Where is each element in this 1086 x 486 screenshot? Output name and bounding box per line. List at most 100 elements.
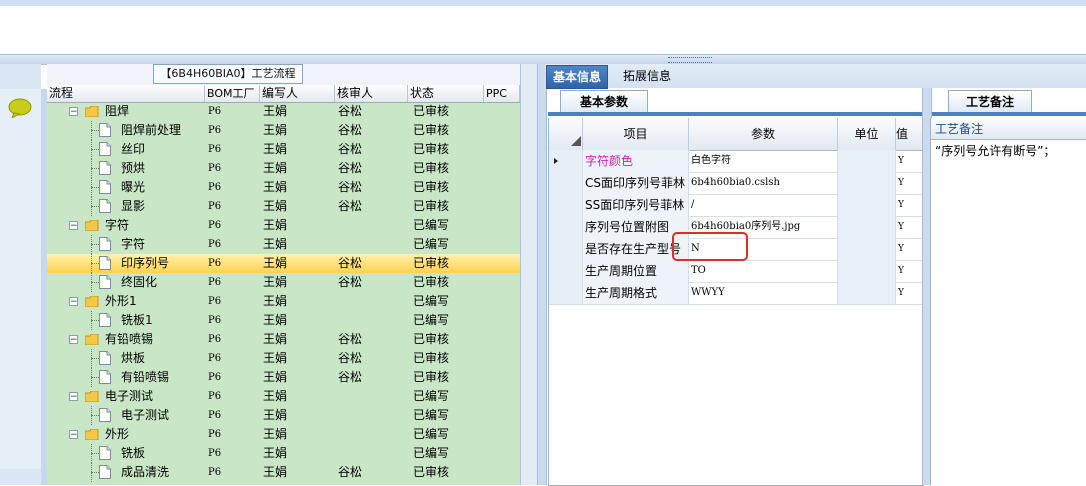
row-indicator[interactable]: [549, 150, 583, 172]
writer: 王娟: [263, 180, 288, 194]
param-row[interactable]: 生产周期位置 TO Y: [549, 260, 923, 283]
param-value[interactable]: 6b4h60bia0.cslsh: [689, 172, 838, 194]
param-flag[interactable]: Y: [896, 282, 923, 304]
param-item: SS面印序列号菲林: [583, 194, 689, 216]
col-ppc[interactable]: PPC: [484, 85, 520, 102]
collapse-toggle-icon[interactable]: −: [69, 430, 78, 440]
process-name: 阻焊: [105, 104, 130, 118]
collapse-toggle-icon[interactable]: −: [69, 297, 78, 307]
tab-extended-info[interactable]: 拓展信息: [617, 65, 677, 87]
row-indicator[interactable]: [549, 282, 583, 304]
tree-branch-line: [91, 415, 99, 416]
param-flag[interactable]: Y: [896, 194, 923, 216]
writer: 王娟: [263, 465, 288, 479]
param-unit[interactable]: [838, 216, 896, 238]
tree-row[interactable]: − 字符 P6 王娟 已编写: [47, 216, 520, 235]
param-value[interactable]: WWYY: [689, 282, 838, 304]
reviewer: 谷松: [338, 332, 363, 346]
notes-tab-underline: [930, 112, 1086, 116]
param-flag[interactable]: Y: [896, 172, 923, 194]
tab-basic-info[interactable]: 基本信息: [546, 65, 609, 89]
tab-process-notes[interactable]: 工艺备注: [948, 90, 1032, 113]
param-row[interactable]: 字符颜色 白色字符 Y: [549, 150, 923, 173]
param-value[interactable]: TO: [689, 260, 838, 282]
param-row[interactable]: CS面印序列号菲林 6b4h60bia0.cslsh Y: [549, 172, 923, 195]
param-value[interactable]: /: [689, 194, 838, 216]
reviewer: 谷松: [338, 161, 363, 175]
param-unit[interactable]: [838, 282, 896, 304]
vertical-splitter[interactable]: [537, 64, 547, 485]
row-indicator[interactable]: [549, 238, 583, 260]
tree-row[interactable]: 丝印 P6 王娟 谷松 已审核: [47, 140, 520, 159]
param-unit[interactable]: [838, 260, 896, 282]
folder-icon: [85, 429, 99, 440]
param-value[interactable]: 白色字符: [689, 150, 838, 172]
tree-row[interactable]: − 外形1 P6 王娟 已编写: [47, 292, 520, 311]
tree-row[interactable]: − 电子测试 P6 王娟 已编写: [47, 387, 520, 406]
collapse-toggle-icon[interactable]: −: [69, 335, 78, 345]
collapse-toggle-icon[interactable]: −: [69, 221, 78, 231]
tree-row[interactable]: 印序列号 P6 王娟 谷松 已审核: [47, 254, 520, 273]
grid-col-param[interactable]: 参数: [689, 118, 838, 150]
param-unit[interactable]: [838, 172, 896, 194]
tree-branch-line: [91, 168, 99, 169]
document-icon: [99, 465, 111, 479]
status: 已审核: [413, 332, 450, 346]
process-name: 外形: [105, 427, 130, 441]
row-indicator[interactable]: [549, 216, 583, 238]
col-reviewer[interactable]: 核审人: [335, 85, 408, 102]
folder-icon: [85, 334, 99, 345]
tree-row[interactable]: 铣板 P6 王娟 已编写: [47, 444, 520, 463]
tree-row[interactable]: 显影 P6 王娟 谷松 已审核: [47, 197, 520, 216]
tree-row[interactable]: 阻焊前处理 P6 王娟 谷松 已审核: [47, 121, 520, 140]
tree-row[interactable]: 电子测试 P6 王娟 已编写: [47, 406, 520, 425]
process-name: 丝印: [121, 142, 146, 156]
tree-row[interactable]: − 有铅喷锡 P6 王娟 谷松 已审核: [47, 330, 520, 349]
col-process[interactable]: 流程: [47, 85, 205, 102]
tree-row[interactable]: − 外形 P6 王娟 已编写: [47, 425, 520, 444]
tree-row[interactable]: 烘板 P6 王娟 谷松 已审核: [47, 349, 520, 368]
param-row[interactable]: SS面印序列号菲林 / Y: [549, 194, 923, 217]
collapse-toggle-icon[interactable]: −: [69, 392, 78, 402]
collapse-toggle-icon[interactable]: −: [69, 107, 78, 117]
param-flag[interactable]: Y: [896, 216, 923, 238]
tree-row[interactable]: 字符 P6 王娟 已编写: [47, 235, 520, 254]
process-tree: 流程 BOM工厂 编写人 核审人 状态 PPC − 阻焊 P6 王娟 谷松 已审核 阻焊前处…: [47, 85, 520, 485]
reviewer: 谷松: [338, 275, 363, 289]
status: 已审核: [413, 180, 450, 194]
grid-col-item[interactable]: 项目: [583, 118, 689, 150]
tree-row[interactable]: 铣板1 P6 王娟 已编写: [47, 311, 520, 330]
bom-factory: P6: [208, 334, 222, 345]
tab-basic-params[interactable]: 基本参数: [560, 90, 648, 113]
process-name: 铣板1: [121, 313, 153, 327]
param-unit[interactable]: [838, 150, 896, 172]
grid-col-value[interactable]: 值: [896, 118, 923, 150]
row-indicator[interactable]: [549, 172, 583, 194]
process-name: 阻焊前处理: [121, 123, 182, 137]
param-unit[interactable]: [838, 238, 896, 260]
col-writer[interactable]: 编写人: [260, 85, 335, 102]
reviewer: 谷松: [338, 256, 363, 270]
tree-row[interactable]: 预烘 P6 王娟 谷松 已审核: [47, 159, 520, 178]
tree-row[interactable]: 成品清洗 P6 王娟 谷松 已审核: [47, 463, 520, 482]
col-factory[interactable]: BOM工厂: [205, 85, 260, 102]
splitter-grip-icon[interactable]: [668, 57, 712, 63]
param-flag[interactable]: Y: [896, 238, 923, 260]
process-name: 印序列号: [121, 256, 170, 270]
row-indicator[interactable]: [549, 260, 583, 282]
tree-row[interactable]: 有铅喷锡 P6 王娟 谷松 已审核: [47, 368, 520, 387]
col-status[interactable]: 状态: [408, 85, 484, 102]
tree-row[interactable]: − 阻焊 P6 王娟 谷松 已审核: [47, 102, 520, 121]
param-row[interactable]: 生产周期格式 WWYY Y: [549, 282, 923, 305]
param-flag[interactable]: Y: [896, 260, 923, 282]
param-flag[interactable]: Y: [896, 150, 923, 172]
tree-row[interactable]: 曝光 P6 王娟 谷松 已审核: [47, 178, 520, 197]
detail-tabs: 基本信息 拓展信息: [545, 64, 1086, 89]
grid-col-unit[interactable]: 单位: [838, 118, 896, 150]
chat-bubble-icon[interactable]: [8, 98, 32, 118]
notes-value[interactable]: “序列号允许有断号”；: [935, 142, 1055, 159]
tree-row[interactable]: 终固化 P6 王娟 谷松 已审核: [47, 273, 520, 292]
row-indicator[interactable]: [549, 194, 583, 216]
param-unit[interactable]: [838, 194, 896, 216]
process-name: 电子测试: [121, 408, 170, 422]
